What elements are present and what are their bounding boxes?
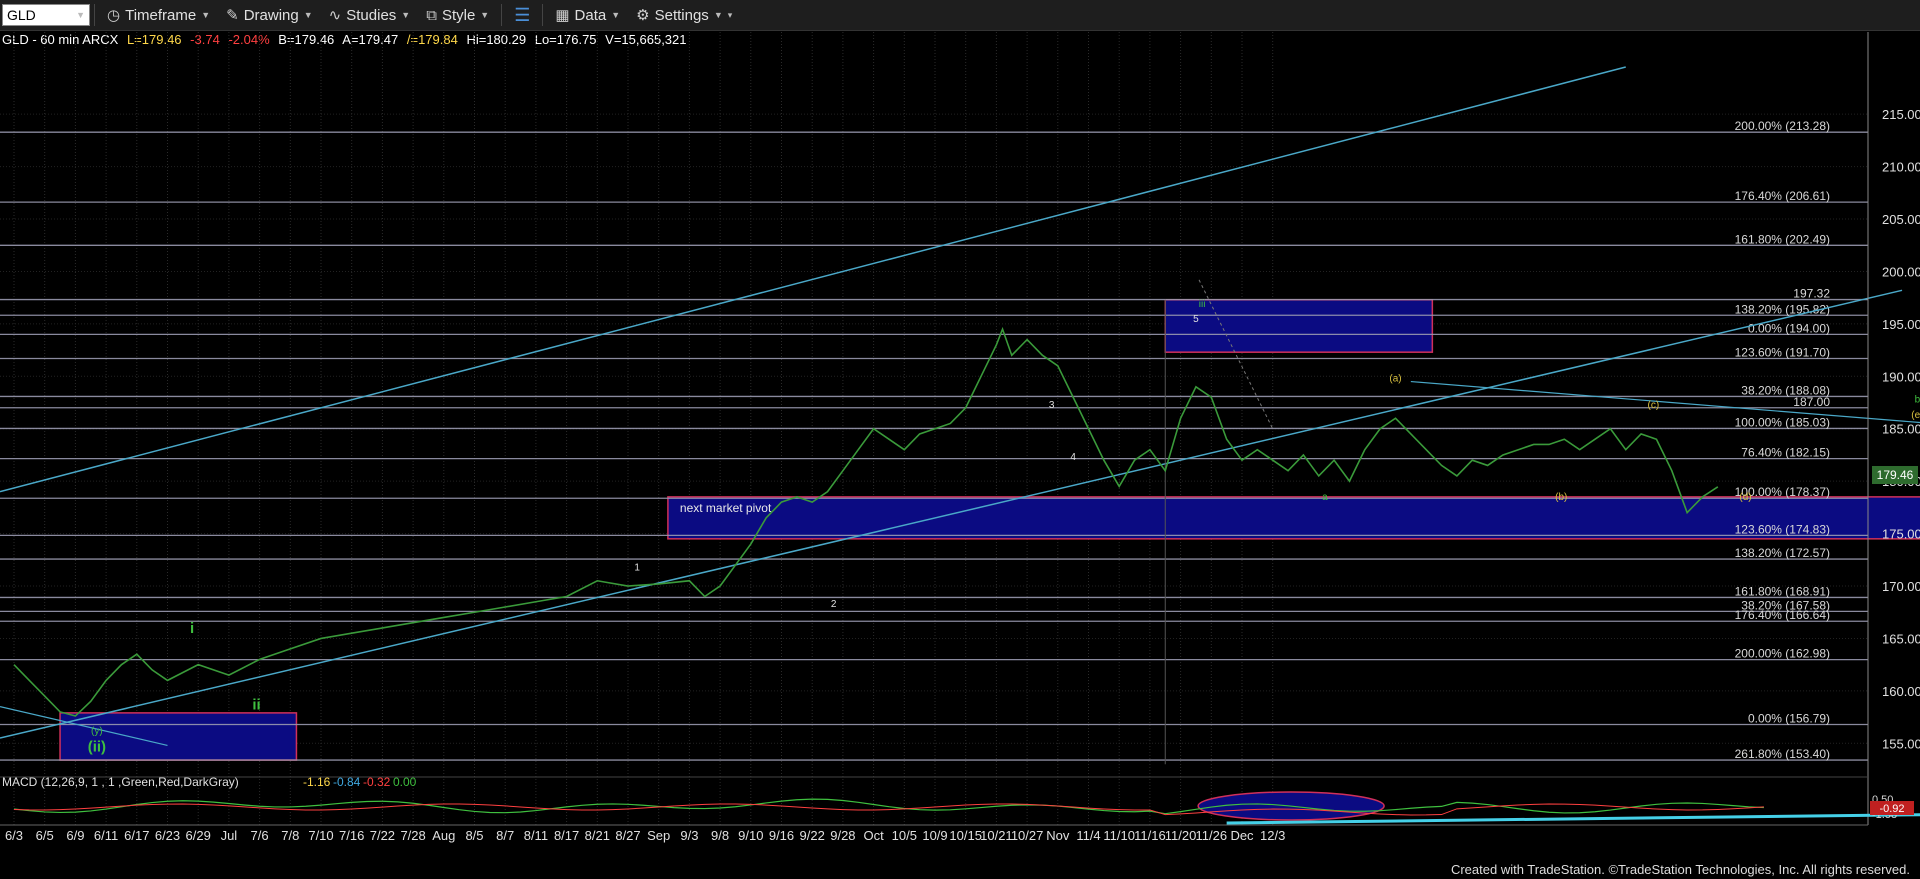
wave-label: (e)	[1911, 410, 1920, 421]
time-axis-tick-label: 10/21	[980, 828, 1013, 843]
wave-label: 1	[634, 562, 640, 573]
time-axis-tick-label: 11/16	[1134, 828, 1166, 843]
time-axis-tick-label: 11/26	[1196, 828, 1228, 843]
macd-value: -0.32	[363, 775, 391, 789]
time-axis-tick-label: 8/21	[585, 828, 610, 843]
price-axis-tick-label: 205.00	[1882, 212, 1920, 227]
fib-level-label: 187.00	[1793, 395, 1830, 409]
wave-label: b	[1915, 395, 1920, 406]
time-axis-tick-label: 6/11	[94, 828, 118, 843]
wave-label: (a)	[1389, 374, 1401, 385]
time-axis-tick-label: 6/5	[36, 828, 54, 843]
wave-label: 5	[1193, 314, 1199, 325]
time-axis-tick-label: 7/8	[281, 828, 299, 843]
time-axis-tick-label: 11/4	[1076, 828, 1100, 843]
wave-label: (ii)	[88, 739, 106, 756]
time-axis-tick-label: Oct	[863, 828, 884, 843]
time-axis-tick-label: Dec	[1230, 828, 1254, 843]
time-axis-tick-label: 9/3	[680, 828, 698, 843]
fib-level-label: 123.60% (174.83)	[1735, 522, 1830, 536]
wave-label: 2	[831, 599, 837, 610]
time-axis-tick-label: 8/11	[524, 828, 548, 843]
footer-copyright: Created with TradeStation. ©TradeStation…	[1450, 862, 1910, 877]
macd-value: -1.16	[303, 775, 331, 789]
macd-readout: -0.92	[1879, 803, 1904, 815]
time-axis-tick-label: 9/16	[769, 828, 794, 843]
time-axis-tick-label: 8/7	[496, 828, 514, 843]
time-axis-tick-label: 6/17	[124, 828, 149, 843]
time-axis-tick-label: 8/17	[554, 828, 579, 843]
time-axis-tick-label: 6/9	[66, 828, 84, 843]
time-axis-tick-label: 10/27	[1011, 828, 1044, 843]
wave-label: 3	[1049, 400, 1055, 411]
fib-level-label: 123.60% (191.70)	[1735, 345, 1830, 359]
fib-level-label: 76.40% (182.15)	[1741, 446, 1830, 460]
fib-level-label: 138.20% (172.57)	[1735, 546, 1830, 560]
fib-level-label: 100.00% (185.03)	[1735, 415, 1830, 429]
fib-level-label: 0.00% (156.79)	[1748, 712, 1830, 726]
wave-label: a	[1322, 492, 1328, 503]
wave-label: iii	[1199, 299, 1206, 310]
time-axis-tick-label: 10/5	[892, 828, 917, 843]
time-axis-tick-label: 12/3	[1260, 828, 1285, 843]
price-chart[interactable]: next market pivot200.00% (213.28)176.40%…	[0, 0, 1920, 879]
time-axis-tick-label: 9/8	[711, 828, 729, 843]
box-label: next market pivot	[680, 501, 772, 515]
time-axis-tick-label: Nov	[1046, 828, 1070, 843]
time-axis-tick-label: 9/28	[830, 828, 855, 843]
price-axis-tick-label: 190.00	[1882, 369, 1920, 384]
time-axis-tick-label: 10/9	[922, 828, 947, 843]
time-axis-tick-label: 7/10	[308, 828, 333, 843]
fib-level-label: 200.00% (213.28)	[1735, 119, 1830, 133]
wave-label: i	[190, 620, 194, 637]
time-axis-tick-label: 11/20	[1165, 828, 1197, 843]
macd-signal-line	[13, 803, 1764, 816]
time-axis-tick-label: Jul	[221, 828, 238, 843]
time-axis-tick-label: 11/10	[1103, 828, 1135, 843]
price-axis-tick-label: 165.00	[1882, 631, 1920, 646]
time-axis-tick-label: 6/3	[5, 828, 23, 843]
time-axis-tick-label: 9/22	[800, 828, 825, 843]
price-axis-tick-label: 210.00	[1882, 160, 1920, 175]
time-axis-tick-label: 8/5	[465, 828, 483, 843]
macd-value: -0.84	[333, 775, 361, 789]
wave-label: ii	[252, 697, 260, 714]
time-axis-tick-label: 6/23	[155, 828, 180, 843]
time-axis-tick-label: 7/16	[339, 828, 364, 843]
time-axis-tick-label: Aug	[432, 828, 455, 843]
time-axis-tick-label: 8/27	[615, 828, 640, 843]
price-axis-tick-label: 160.00	[1882, 684, 1920, 699]
macd-value: 0.00	[393, 775, 417, 789]
price-axis-tick-label: 185.00	[1882, 422, 1920, 437]
wave-label: (d)	[1739, 492, 1751, 503]
fib-level-label: 197.32	[1793, 287, 1830, 301]
fib-level-label: 176.40% (206.61)	[1735, 189, 1830, 203]
time-axis-tick-label: 7/22	[370, 828, 395, 843]
fib-level-label: 176.40% (166.64)	[1735, 608, 1830, 622]
price-axis-tick-label: 215.00	[1882, 107, 1920, 122]
price-axis-tick-label: 155.00	[1882, 736, 1920, 751]
time-axis-tick-label: 6/29	[186, 828, 211, 843]
time-axis-tick-label: 10/15	[949, 828, 982, 843]
fib-level-label: 200.00% (162.98)	[1735, 647, 1830, 661]
wave-label: (y)	[91, 726, 103, 737]
time-axis-tick-label: 7/28	[400, 828, 425, 843]
fib-level-label: 138.20% (195.82)	[1735, 302, 1830, 316]
fib-level-label: 161.80% (168.91)	[1735, 584, 1830, 598]
time-axis-tick-label: 7/6	[251, 828, 269, 843]
price-axis-tick-label: 200.00	[1882, 264, 1920, 279]
target-box	[667, 496, 1920, 540]
wave-label: (c)	[1648, 400, 1660, 411]
wave-label: (b)	[1555, 492, 1567, 503]
wave-label: 4	[1070, 452, 1076, 463]
time-axis-tick-label: Sep	[647, 828, 670, 843]
price-axis-tick-label: 175.00	[1882, 527, 1920, 542]
price-axis-tick-label: 195.00	[1882, 317, 1920, 332]
time-axis-tick-label: 9/10	[738, 828, 763, 843]
macd-label: MACD (12,26,9, 1 , 1 ,Green,Red,DarkGray…	[2, 775, 239, 789]
fib-level-label: 261.80% (153.40)	[1735, 747, 1830, 761]
fib-level-label: 161.80% (202.49)	[1735, 232, 1830, 246]
price-axis-tick-label: 170.00	[1882, 579, 1920, 594]
current-price-tag: 179.46	[1872, 466, 1918, 484]
